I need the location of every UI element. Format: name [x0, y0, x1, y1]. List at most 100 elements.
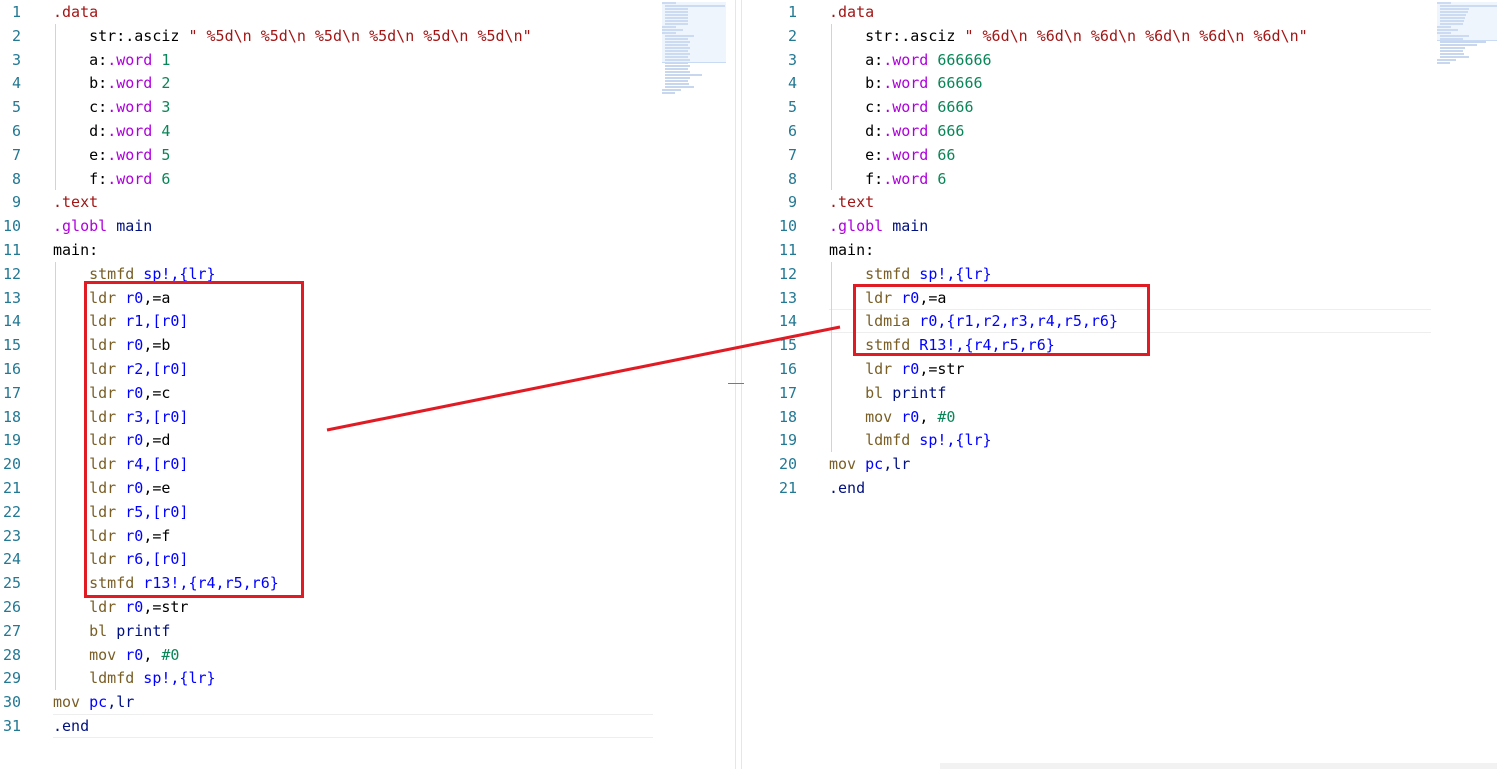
code-line[interactable]: 8 f:.word 6 — [0, 167, 730, 191]
code-token: f: — [865, 169, 884, 188]
code-line[interactable]: 16 ldr r0,=str — [745, 357, 1497, 381]
line-code[interactable]: main: — [829, 238, 874, 262]
code-line[interactable]: 26 ldr r0,=str — [0, 595, 730, 619]
right-editor-pane[interactable]: 1 .data 2 str:.asciz " %6d\n %6d\n %6d\n %… — [745, 0, 1497, 769]
line-code[interactable]: f:.word 6 — [829, 167, 946, 191]
line-code[interactable]: d:.word 4 — [53, 119, 170, 143]
line-code[interactable]: a:.word 666666 — [829, 48, 991, 72]
line-code[interactable]: .globl main — [53, 214, 152, 238]
line-code[interactable]: c:.word 3 — [53, 95, 170, 119]
line-number: 16 — [778, 360, 797, 378]
code-line[interactable]: 7 e:.word 5 — [0, 143, 730, 167]
code-line[interactable]: 17 bl printf — [745, 381, 1497, 405]
code-line[interactable]: 2 str:.asciz " %5d\n %5d\n %5d\n %5d\n %… — [0, 24, 730, 48]
code-token: ,lr — [883, 455, 911, 474]
code-line[interactable]: 5 c:.word 6666 — [745, 95, 1497, 119]
code-line[interactable]: 11 main: — [0, 238, 730, 262]
line-code[interactable]: .data — [829, 0, 874, 24]
line-code[interactable]: .text — [829, 190, 874, 214]
line-code[interactable]: mov pc,lr — [829, 452, 910, 476]
code-line[interactable]: 4 b:.word 66666 — [745, 71, 1497, 95]
left-minimap-slider[interactable] — [662, 2, 726, 63]
code-token: .asciz — [125, 26, 180, 45]
code-line[interactable]: 10 .globl main — [745, 214, 1497, 238]
code-token: .asciz — [901, 26, 956, 45]
code-line[interactable]: 8 f:.word 6 — [745, 167, 1497, 191]
line-number: 22 — [2, 502, 21, 521]
code-token: 5 — [152, 145, 171, 164]
line-code[interactable]: mov pc,lr — [53, 690, 134, 714]
code-line[interactable]: 3 a:.word 666666 — [745, 48, 1497, 72]
code-line[interactable]: 18 mov r0, #0 — [745, 405, 1497, 429]
line-number: 21 — [778, 479, 797, 497]
code-token: .data — [53, 3, 99, 21]
line-code[interactable]: bl printf — [53, 619, 170, 643]
right-minimap-slider[interactable] — [1437, 2, 1497, 41]
split-sash-handle[interactable] — [728, 383, 744, 384]
code-line[interactable]: 7 e:.word 66 — [745, 143, 1497, 167]
line-code[interactable]: mov r0, #0 — [53, 643, 179, 667]
line-code[interactable]: ldr r0,=str — [829, 357, 964, 381]
code-line[interactable]: 20 mov pc,lr — [745, 452, 1497, 476]
line-code[interactable]: c:.word 6666 — [829, 95, 973, 119]
code-line[interactable]: 2 str:.asciz " %6d\n %6d\n %6d\n %6d\n %… — [745, 24, 1497, 48]
code-line[interactable]: 11 main: — [745, 238, 1497, 262]
line-code[interactable]: str:.asciz " %6d\n %6d\n %6d\n %6d\n %6d… — [829, 24, 1308, 48]
code-line[interactable]: 9 .text — [745, 190, 1497, 214]
code-line[interactable]: 3 a:.word 1 — [0, 48, 730, 72]
line-code[interactable]: ldr r0,=str — [53, 595, 188, 619]
code-line[interactable]: 19 ldmfd sp!,{lr} — [745, 428, 1497, 452]
line-code[interactable]: e:.word 5 — [53, 143, 170, 167]
line-code[interactable]: ldmfd sp!,{lr} — [829, 428, 991, 452]
line-code[interactable]: .globl main — [829, 214, 928, 238]
code-token: e: — [865, 145, 884, 164]
line-code[interactable]: d:.word 666 — [829, 119, 964, 143]
line-code[interactable]: mov r0, #0 — [829, 405, 955, 429]
line-code[interactable]: f:.word 6 — [53, 167, 170, 191]
line-code[interactable]: .end — [829, 476, 865, 500]
code-line[interactable]: 5 c:.word 3 — [0, 95, 730, 119]
line-code[interactable]: str:.asciz " %5d\n %5d\n %5d\n %5d\n %5d… — [53, 24, 532, 48]
minimap-line — [665, 80, 688, 82]
code-line[interactable]: 10 .globl main — [0, 214, 730, 238]
code-line[interactable]: 21 .end — [745, 476, 1497, 500]
line-code[interactable]: .data — [53, 0, 98, 24]
right-minimap[interactable] — [1437, 2, 1497, 64]
code-line[interactable]: 6 d:.word 4 — [0, 119, 730, 143]
line-code[interactable]: b:.word 2 — [53, 71, 170, 95]
code-line[interactable]: 28 mov r0, #0 — [0, 643, 730, 667]
code-line[interactable]: 27 bl printf — [0, 619, 730, 643]
indent-guide — [831, 23, 832, 191]
left-minimap[interactable] — [662, 2, 726, 94]
line-code[interactable]: bl printf — [829, 381, 946, 405]
code-token: r0 — [116, 645, 144, 664]
indent-guide — [55, 23, 56, 191]
code-token: d: — [89, 122, 108, 140]
line-code[interactable]: ldmfd sp!,{lr} — [53, 666, 215, 690]
code-token: .word — [107, 74, 153, 93]
line-number: 9 — [11, 193, 21, 212]
code-token: ldr — [89, 598, 117, 616]
code-line[interactable]: 1 .data — [0, 0, 730, 24]
code-token: bl — [865, 383, 884, 402]
line-number: 2 — [787, 26, 797, 45]
line-code[interactable]: e:.word 66 — [829, 143, 955, 167]
code-line[interactable]: 4 b:.word 2 — [0, 71, 730, 95]
editor-split-divider[interactable] — [735, 0, 742, 769]
code-line[interactable]: 6 d:.word 666 — [745, 119, 1497, 143]
code-line[interactable]: 9 .text — [0, 190, 730, 214]
line-code[interactable]: b:.word 66666 — [829, 71, 982, 95]
line-code[interactable]: stmfd sp!,{lr} — [829, 262, 991, 286]
line-code[interactable]: .text — [53, 190, 98, 214]
code-line[interactable]: 29 ldmfd sp!,{lr} — [0, 666, 730, 690]
code-line[interactable]: 30 mov pc,lr — [0, 690, 730, 714]
line-code[interactable]: main: — [53, 238, 98, 262]
code-token: str: — [865, 26, 902, 45]
code-token: ,lr — [107, 693, 135, 712]
line-number: 19 — [2, 431, 21, 450]
code-line[interactable]: 12 stmfd sp!,{lr} — [745, 262, 1497, 286]
code-line[interactable]: 1 .data — [745, 0, 1497, 24]
line-code[interactable]: a:.word 1 — [53, 48, 170, 72]
code-token: r0 — [892, 407, 920, 426]
horizontal-scrollbar[interactable] — [940, 763, 1497, 769]
